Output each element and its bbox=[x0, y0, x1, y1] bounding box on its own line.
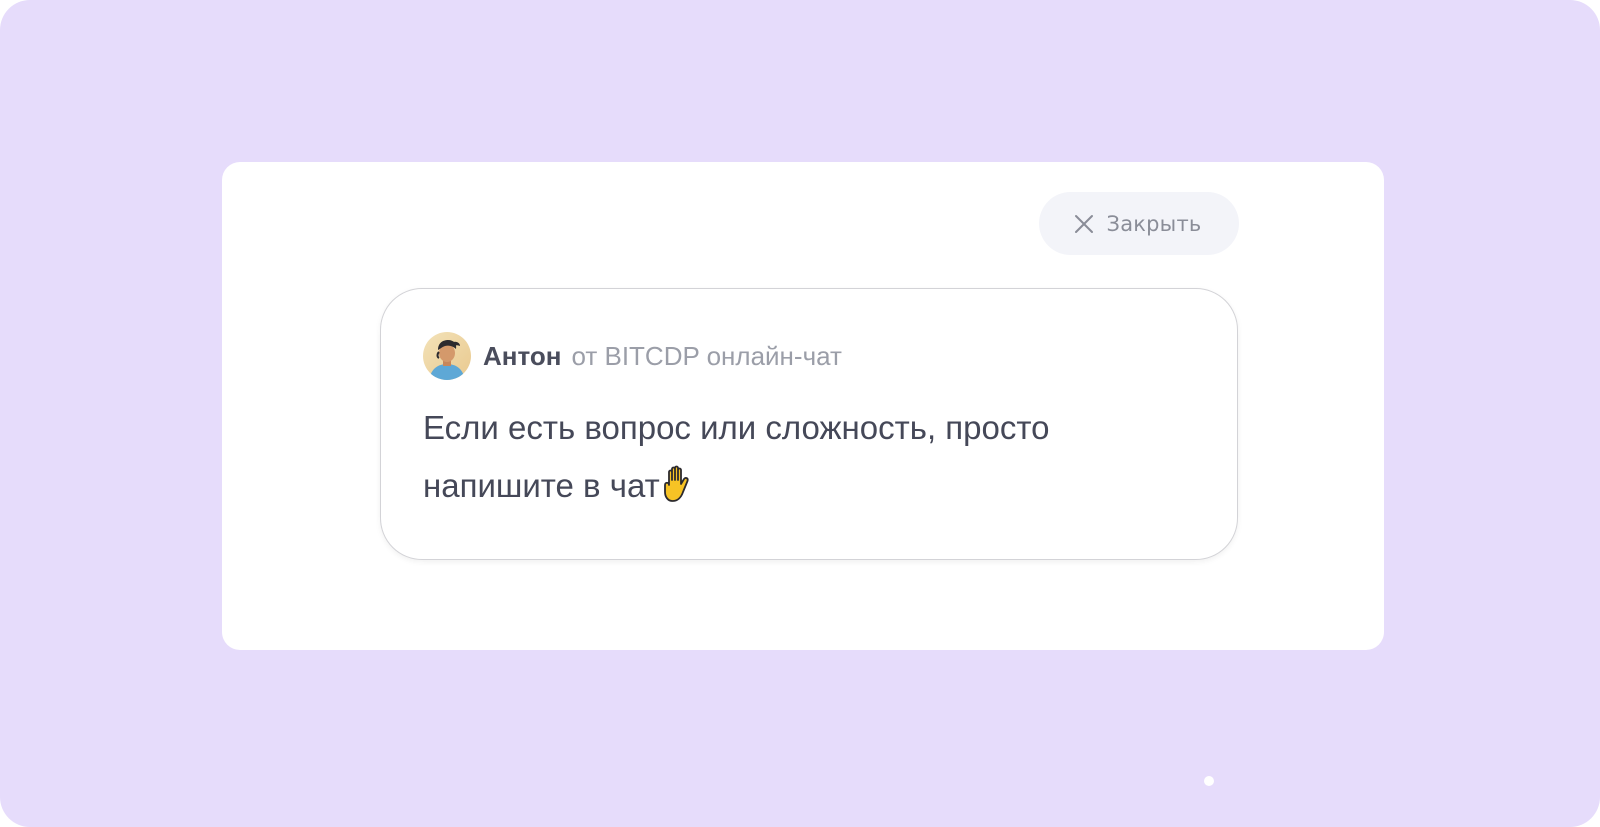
author-meta: от BITCDP онлайн-чат bbox=[571, 340, 842, 371]
raised-hand-icon bbox=[660, 463, 694, 502]
decorative-dot bbox=[1204, 776, 1214, 786]
chat-popup-panel: Закрыть Антон от BITCDP онлайн-чат Если … bbox=[222, 162, 1384, 650]
close-button[interactable]: Закрыть bbox=[1039, 192, 1239, 255]
message-header: Антон от BITCDP онлайн-чат bbox=[423, 331, 842, 381]
message-body: Если есть вопрос или сложность, просто н… bbox=[423, 399, 1183, 515]
close-button-label: Закрыть bbox=[1106, 211, 1202, 236]
page-background: Закрыть Антон от BITCDP онлайн-чат Если … bbox=[0, 0, 1600, 827]
avatar bbox=[423, 332, 471, 380]
chat-message-card[interactable]: Антон от BITCDP онлайн-чат Если есть воп… bbox=[380, 288, 1238, 560]
close-icon[interactable] bbox=[1073, 213, 1095, 235]
author-name: Антон bbox=[483, 340, 562, 371]
message-text: Если есть вопрос или сложность, просто н… bbox=[423, 409, 1050, 504]
